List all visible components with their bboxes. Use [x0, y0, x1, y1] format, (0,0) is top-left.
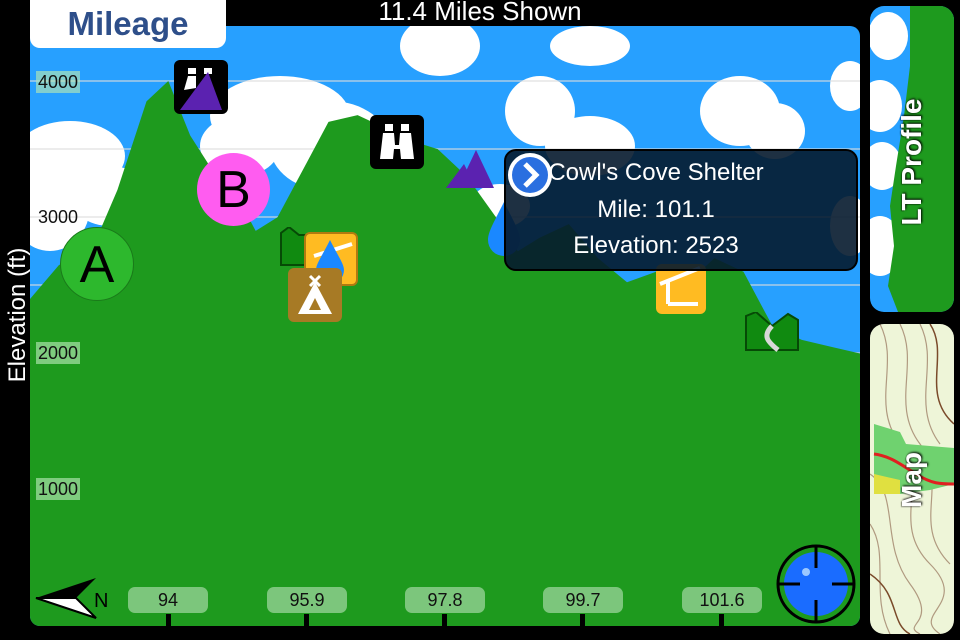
waypoint-b-marker[interactable]: B: [197, 153, 270, 226]
x-tick-mark: [304, 614, 309, 626]
north-label: N: [94, 590, 109, 612]
mode-tab-mileage[interactable]: Mileage: [30, 0, 226, 48]
x-tick-label: 97.8: [405, 587, 485, 613]
map-button[interactable]: Map: [870, 324, 954, 634]
tent-icon: [298, 274, 332, 314]
road-crossing-icon[interactable]: [744, 312, 800, 352]
peak-marker-icon[interactable]: [446, 150, 494, 190]
x-tick-label: 94: [128, 587, 208, 613]
x-tick-label: 101.6: [682, 587, 762, 613]
y-tick-3000: 3000: [38, 207, 79, 227]
miles-shown-label: 11.4 Miles Shown: [378, 0, 582, 26]
x-tick-mark: [442, 614, 447, 626]
x-tick-mark: [166, 614, 171, 626]
locate-me-button[interactable]: [776, 544, 856, 624]
y-axis-title: Elevation (ft): [4, 247, 31, 383]
callout-mile: Mile: 101.1: [597, 196, 715, 223]
viewpoint-marker[interactable]: [370, 115, 424, 169]
map-label: Map: [896, 452, 927, 508]
viewpoint-summit-marker[interactable]: [174, 60, 228, 114]
lt-profile-label: LT Profile: [896, 98, 927, 226]
y-tick-2000: 2000: [36, 342, 81, 364]
callout-elevation: Elevation: 2523: [573, 232, 739, 259]
binoculars-mountain-icon: [180, 68, 222, 110]
x-tick-label: 99.7: [543, 587, 623, 613]
x-tick-mark: [719, 614, 724, 626]
y-tick-1000: 1000: [36, 478, 81, 500]
shelter-marker[interactable]: [656, 264, 706, 314]
waypoint-callout[interactable]: Cowl's Cove Shelter Mile: 101.1 Elevatio…: [504, 149, 858, 271]
campsite-marker[interactable]: [288, 268, 342, 322]
lt-profile-button[interactable]: LT Profile: [870, 6, 954, 312]
plot-svg: [30, 26, 860, 626]
elevation-plot[interactable]: [30, 26, 860, 626]
waypoint-a-marker[interactable]: A: [60, 227, 134, 301]
x-tick-mark: [580, 614, 585, 626]
binoculars-icon: [380, 124, 414, 159]
y-tick-4000: 4000: [36, 71, 81, 93]
callout-title: Cowl's Cove Shelter: [548, 159, 764, 186]
shelter-icon: [659, 266, 701, 306]
x-tick-label: 95.9: [267, 587, 347, 613]
